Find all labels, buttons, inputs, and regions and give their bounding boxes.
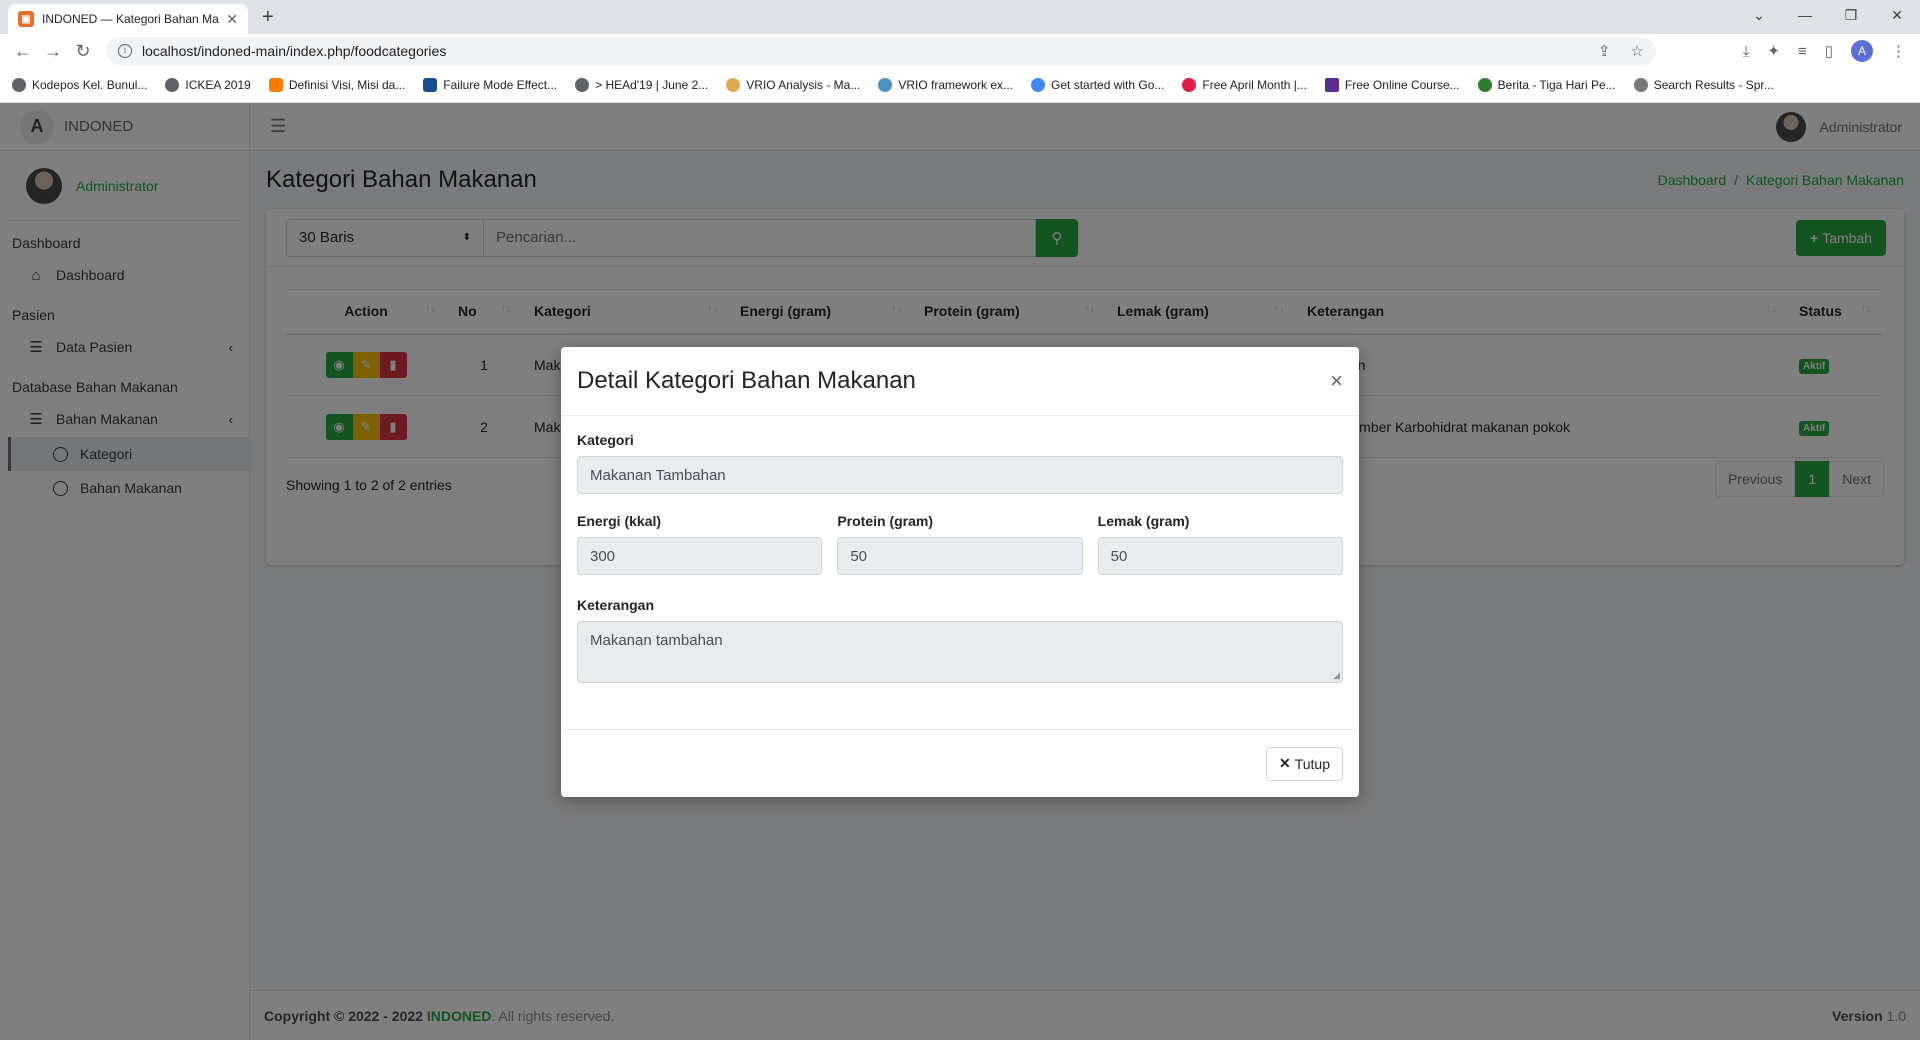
bookmark-item[interactable]: Free April Month |...	[1182, 78, 1307, 92]
bookmark-item[interactable]: Free Online Course...	[1324, 78, 1460, 92]
google-cloud-icon	[1031, 78, 1046, 92]
bookmark-item[interactable]: Kodepos Kel. Bunul...	[12, 78, 147, 92]
close-icon: ✕	[1278, 755, 1291, 771]
keterangan-textarea[interactable]: Makanan tambahan ◢	[577, 621, 1343, 683]
bookmark-favicon-icon	[1182, 78, 1197, 92]
protein-label: Protein (gram)	[837, 513, 934, 529]
window-close-icon[interactable]: ✕	[1874, 0, 1920, 34]
bookmark-item[interactable]: Search Results - Spr...	[1633, 78, 1774, 92]
download-icon[interactable]: ⤓	[1743, 43, 1750, 60]
url-text: localhost/indoned-main/index.php/foodcat…	[142, 43, 447, 59]
bookmark-item[interactable]: Berita - Tiga Hari Pe...	[1477, 78, 1616, 92]
blogger-icon	[268, 78, 283, 92]
bookmark-item[interactable]: VRIO Analysis - Ma...	[726, 78, 860, 92]
site-info-icon[interactable]: i	[118, 44, 132, 58]
modal-title: Detail Kategori Bahan Makanan	[577, 367, 916, 394]
side-panel-icon[interactable]: ▯	[1825, 42, 1833, 60]
lemak-field[interactable]: 50	[1097, 537, 1343, 575]
tab-search-icon[interactable]: ⌄	[1736, 0, 1782, 34]
bookmark-favicon-icon	[165, 78, 180, 92]
bookmark-favicon-icon	[1633, 78, 1648, 92]
browser-chrome: ▣ INDONED — Kategori Bahan Ma ✕ + ⌄ — ❐ …	[0, 0, 1920, 103]
kategori-field[interactable]: Makanan Tambahan	[577, 456, 1343, 494]
back-icon[interactable]: ←	[8, 41, 38, 62]
modal-footer: ✕ Tutup	[561, 729, 1359, 797]
keterangan-label: Keterangan	[577, 597, 655, 613]
new-tab-icon[interactable]: +	[262, 6, 274, 29]
close-button[interactable]: ✕ Tutup	[1265, 746, 1343, 781]
energi-group: Energi (kkal) 300	[577, 513, 823, 575]
energi-label: Energi (kkal)	[577, 513, 662, 529]
restore-icon[interactable]: ❐	[1828, 0, 1874, 34]
modal-body: Kategori Makanan Tambahan Energi (kkal) …	[561, 416, 1359, 699]
bookmark-favicon-icon	[423, 78, 438, 92]
site-favicon-icon: ▣	[18, 11, 34, 27]
minimize-icon[interactable]: —	[1782, 0, 1828, 34]
share-icon[interactable]: ⇪	[1598, 42, 1611, 60]
bookmark-item[interactable]: Definisi Visi, Misi da...	[268, 78, 405, 92]
protein-field[interactable]: 50	[837, 537, 1083, 575]
tab-title: INDONED — Kategori Bahan Ma	[42, 12, 219, 26]
tab-bar: ▣ INDONED — Kategori Bahan Ma ✕ + ⌄ — ❐ …	[0, 0, 1920, 34]
protein-group: Protein (gram) 50	[837, 513, 1083, 575]
bookmark-favicon-icon	[726, 78, 741, 92]
address-row: ← → ↻ i localhost/indoned-main/index.php…	[0, 34, 1920, 68]
bookmarks-bar: Kodepos Kel. Bunul... ICKEA 2019 Definis…	[0, 68, 1920, 103]
bookmark-item[interactable]: > HEAd'19 | June 2...	[575, 78, 708, 92]
extensions-icon[interactable]: ✦	[1767, 42, 1780, 60]
media-icon[interactable]: ≡	[1798, 43, 1807, 60]
window-controls: ⌄ — ❐ ✕	[1736, 0, 1920, 34]
menu-kebab-icon[interactable]: ⋮	[1891, 42, 1906, 60]
tab-close-icon[interactable]: ✕	[226, 11, 238, 28]
browser-tab[interactable]: ▣ INDONED — Kategori Bahan Ma ✕	[8, 4, 248, 34]
bookmark-item[interactable]: ICKEA 2019	[165, 78, 251, 92]
browser-toolbar: ⤓ ✦ ≡ ▯ A ⋮	[1743, 40, 1906, 62]
reload-icon[interactable]: ↻	[68, 41, 98, 62]
resize-grip-icon[interactable]: ◢	[1333, 670, 1340, 681]
energi-field[interactable]: 300	[577, 537, 823, 575]
profile-avatar[interactable]: A	[1851, 40, 1873, 62]
bookmark-favicon-icon	[878, 78, 893, 92]
bookmark-favicon-icon	[1324, 78, 1339, 92]
lemak-label: Lemak (gram)	[1097, 513, 1190, 529]
bookmark-item[interactable]: Failure Mode Effect...	[423, 78, 557, 92]
bookmark-star-icon[interactable]: ☆	[1631, 42, 1644, 60]
bookmark-favicon-icon	[575, 78, 590, 92]
bookmark-item[interactable]: Get started with Go...	[1031, 78, 1164, 92]
bookmark-item[interactable]: VRIO framework ex...	[878, 78, 1013, 92]
lemak-group: Lemak (gram) 50	[1097, 513, 1343, 575]
modal-header: Detail Kategori Bahan Makanan ×	[561, 347, 1359, 416]
forward-icon[interactable]: →	[38, 41, 68, 62]
address-bar[interactable]: i localhost/indoned-main/index.php/foodc…	[106, 37, 1656, 65]
bookmark-favicon-icon	[12, 78, 26, 92]
bookmark-favicon-icon	[1477, 78, 1492, 92]
close-icon[interactable]: ×	[1330, 368, 1343, 394]
kategori-label: Kategori	[577, 432, 634, 448]
detail-modal: Detail Kategori Bahan Makanan × Kategori…	[561, 347, 1359, 797]
nutrition-row: Energi (kkal) 300 Protein (gram) 50 Lema…	[577, 513, 1343, 575]
